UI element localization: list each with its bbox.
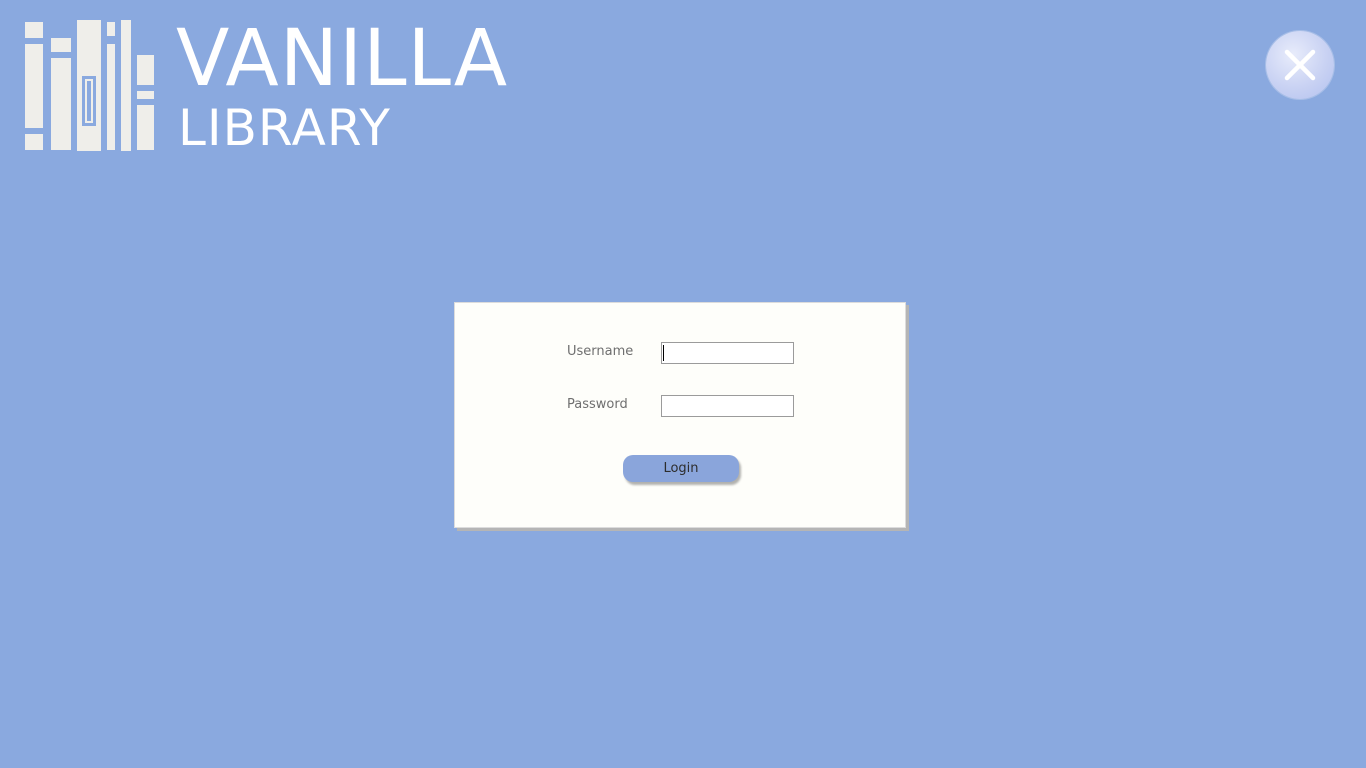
username-label: Username	[567, 344, 634, 359]
username-input[interactable]	[661, 342, 794, 364]
text-caret	[663, 345, 664, 361]
app-logo: VANILLA LIBRARY	[24, 19, 507, 157]
app-subtitle: LIBRARY	[178, 99, 391, 157]
app-title: VANILLA	[176, 14, 509, 104]
password-input[interactable]	[661, 395, 794, 417]
close-button[interactable]	[1266, 31, 1334, 99]
login-button[interactable]: Login	[623, 455, 739, 482]
password-label: Password	[567, 397, 628, 412]
login-panel: Username Password Login	[454, 302, 906, 528]
books-logo-icon	[25, 20, 154, 151]
close-icon	[1284, 49, 1316, 81]
